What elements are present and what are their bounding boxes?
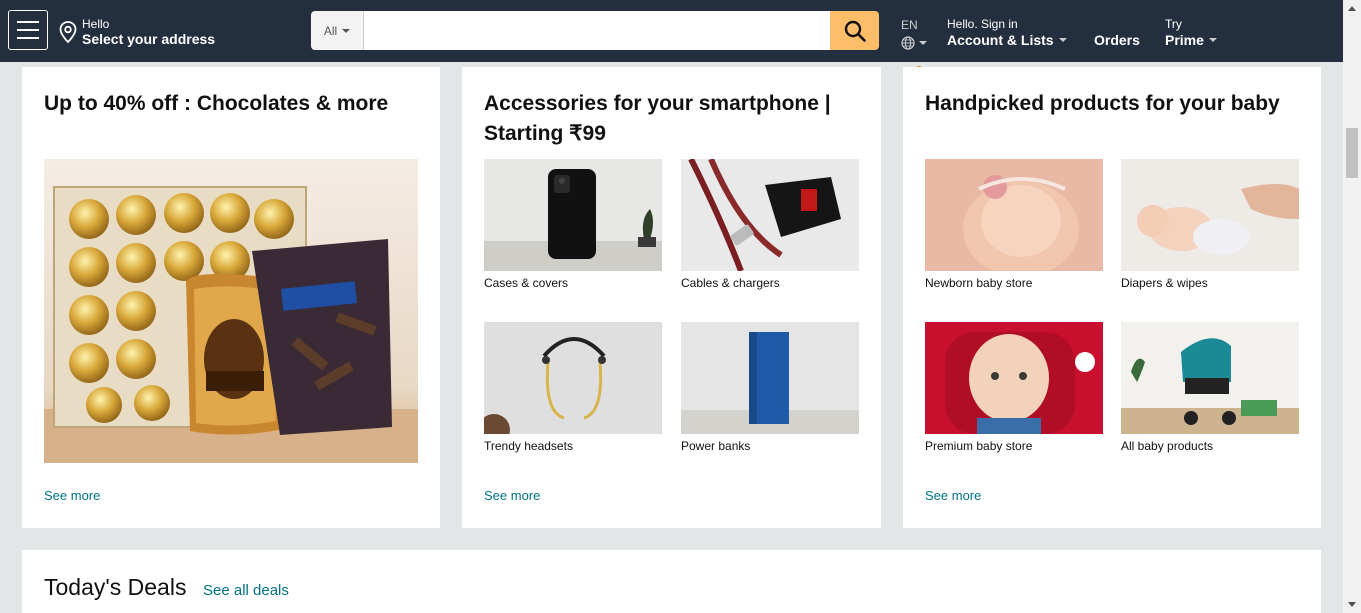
chevron-down-icon xyxy=(919,41,927,45)
account-lists-menu[interactable]: Hello. Sign in Account & Lists xyxy=(947,17,1067,49)
language-selector[interactable]: EN xyxy=(901,18,927,50)
search-button[interactable] xyxy=(830,11,879,50)
see-more-link[interactable]: See more xyxy=(925,488,981,503)
prime-try-label: Try xyxy=(1165,17,1182,31)
address-greeting: Hello xyxy=(82,17,110,31)
tile-image xyxy=(681,322,859,434)
tile-cables-chargers[interactable]: Cables & chargers xyxy=(681,159,859,290)
card-title: Up to 40% off : Chocolates & more xyxy=(44,92,389,115)
tile-cases-covers[interactable]: Cases & covers xyxy=(484,159,662,290)
top-nav-bar: Hello Select your address All EN Hello. … xyxy=(0,0,1343,62)
see-all-deals-link[interactable]: See all deals xyxy=(203,582,289,599)
orders-label: Orders xyxy=(1094,32,1140,48)
chocolates-image[interactable] xyxy=(44,159,418,463)
tile-image xyxy=(681,159,859,271)
tile-label: Cases & covers xyxy=(484,276,569,290)
address-label: Select your address xyxy=(82,31,216,47)
tile-power-banks[interactable]: Power banks xyxy=(681,322,859,453)
search-category-dropdown[interactable]: All xyxy=(311,11,364,50)
tile-newborn-baby-store[interactable]: Newborn baby store xyxy=(925,159,1103,290)
baby-products-card: Handpicked products for your baby Newbor… xyxy=(903,67,1321,528)
tile-label: Cables & chargers xyxy=(681,276,780,290)
tile-label: All baby products xyxy=(1121,439,1214,453)
prime-label: Prime xyxy=(1165,32,1204,48)
tile-image xyxy=(484,159,662,271)
section-title: Today's Deals xyxy=(44,574,187,600)
menu-hamburger-icon[interactable] xyxy=(8,10,48,50)
account-lists-label: Account & Lists xyxy=(947,32,1054,48)
tile-image xyxy=(925,159,1103,271)
smartphone-accessories-card: Accessories for your smartphone | Starti… xyxy=(462,67,881,528)
scroll-down-arrow-icon[interactable] xyxy=(1348,602,1356,607)
see-more-link[interactable]: See more xyxy=(484,488,540,503)
tile-image xyxy=(1121,322,1299,434)
tile-image xyxy=(925,322,1103,434)
card-title: Accessories for your smartphone | Starti… xyxy=(484,92,831,145)
language-code: EN xyxy=(901,18,918,32)
todays-deals-section: Today's Deals See all deals xyxy=(22,550,1321,613)
delivery-address-selector[interactable]: Hello Select your address xyxy=(58,17,215,47)
tile-label: Trendy headsets xyxy=(484,439,573,453)
orders-link[interactable]: Orders xyxy=(1094,31,1140,49)
tile-all-baby-products[interactable]: All baby products xyxy=(1121,322,1299,453)
sign-in-greeting: Hello. Sign in xyxy=(947,17,1018,31)
chocolates-card: Up to 40% off : Chocolates & more See mo… xyxy=(22,67,440,528)
tile-label: Premium baby store xyxy=(925,439,1033,453)
search-icon xyxy=(844,20,866,42)
tile-label: Power banks xyxy=(681,439,751,453)
prime-menu[interactable]: Try Prime xyxy=(1165,17,1217,49)
tile-premium-baby-store[interactable]: Premium baby store xyxy=(925,322,1103,453)
scrollbar-thumb[interactable] xyxy=(1346,128,1358,178)
chevron-down-icon xyxy=(1058,38,1067,42)
search-bar: All xyxy=(311,11,879,50)
page-scrollbar[interactable] xyxy=(1343,0,1361,613)
tile-image xyxy=(1121,159,1299,271)
tile-image xyxy=(484,322,662,434)
tile-diapers-wipes[interactable]: Diapers & wipes xyxy=(1121,159,1299,290)
tile-trendy-headsets[interactable]: Trendy headsets xyxy=(484,322,662,453)
search-input[interactable] xyxy=(364,11,830,50)
search-category-label: All xyxy=(323,23,338,38)
scroll-up-arrow-icon[interactable] xyxy=(1348,6,1356,11)
see-more-link[interactable]: See more xyxy=(44,488,100,503)
tile-label: Newborn baby store xyxy=(925,276,1033,290)
globe-icon xyxy=(901,36,915,50)
card-title: Handpicked products for your baby xyxy=(925,92,1280,115)
chevron-down-icon xyxy=(342,28,351,33)
chevron-down-icon xyxy=(1208,38,1217,42)
tile-label: Diapers & wipes xyxy=(1121,276,1208,290)
location-pin-icon xyxy=(59,21,77,44)
